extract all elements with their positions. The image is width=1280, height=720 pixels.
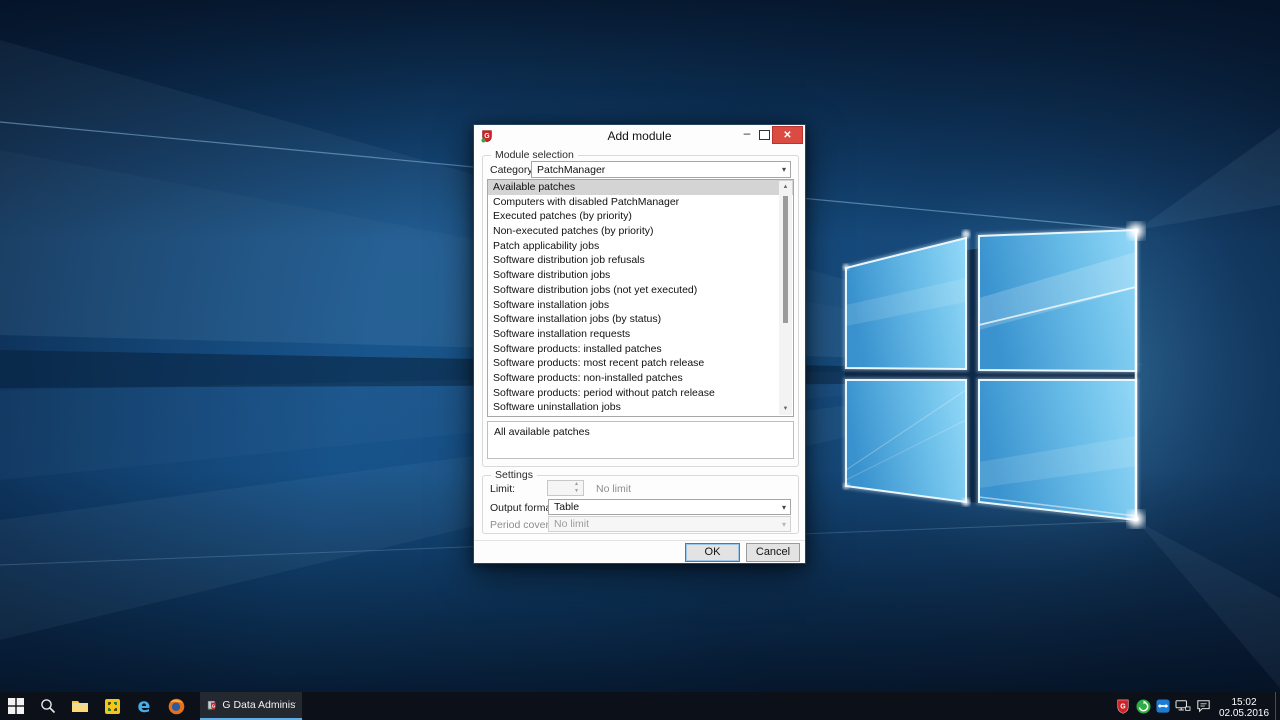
spin-up-icon[interactable]: ▲ (571, 481, 582, 488)
category-combobox[interactable]: PatchManager ▾ (531, 161, 791, 178)
list-item[interactable]: Software distribution jobs (488, 268, 793, 283)
clock-time: 15:02 (1213, 697, 1275, 708)
scroll-up-icon[interactable]: ▲ (779, 181, 792, 193)
list-scrollbar[interactable]: ▲ ▼ (779, 181, 792, 415)
search-button[interactable] (32, 692, 64, 720)
tray-network-pc-icon[interactable] (1173, 692, 1193, 720)
limit-spinner[interactable]: ▲ ▼ (547, 480, 584, 496)
dialog-title: Add module (474, 129, 805, 143)
module-description: All available patches (494, 426, 590, 438)
list-item[interactable]: Software uninstallation jobs (488, 400, 793, 415)
firefox-icon (168, 698, 185, 715)
limit-hint-text: No limit (596, 483, 631, 495)
taskbar-clock[interactable]: 15:02 02.05.2016 (1213, 694, 1275, 719)
list-item[interactable]: Software products: installed patches (488, 342, 793, 357)
deploy-arrows-button[interactable] (96, 692, 128, 720)
minimize-button[interactable]: – (740, 127, 754, 142)
minimize-icon: – (744, 126, 751, 140)
scroll-down-icon[interactable]: ▼ (779, 403, 792, 415)
edge-button[interactable]: e (128, 692, 160, 720)
desktop: G Add module – ✕ Module selection Catego… (0, 0, 1280, 720)
output-format-combobox[interactable]: Table ▾ (548, 499, 791, 515)
dialog-titlebar[interactable]: G Add module – ✕ (474, 125, 805, 147)
spinner-arrows[interactable]: ▲ ▼ (571, 481, 582, 495)
system-tray: G (1113, 692, 1280, 720)
tray-gdata-shield-icon[interactable]: G (1113, 692, 1133, 720)
module-listbox[interactable]: Available patchesComputers with disabled… (487, 179, 794, 417)
ok-button[interactable]: OK (685, 543, 740, 562)
list-item[interactable]: Non-executed patches (by priority) (488, 224, 793, 239)
list-item[interactable]: Software distribution jobs (not yet exec… (488, 283, 793, 298)
list-item[interactable]: Software installation jobs (488, 298, 793, 313)
edge-icon: e (138, 697, 151, 716)
list-item[interactable]: Software products: non-installed patches (488, 371, 793, 386)
chevron-down-icon: ▾ (782, 162, 786, 177)
settings-legend: Settings (491, 469, 537, 481)
list-item[interactable]: Software installation jobs (by status) (488, 312, 793, 327)
list-item[interactable]: Software products: most recent patch rel… (488, 356, 793, 371)
module-selection-legend: Module selection (491, 149, 578, 161)
close-icon: ✕ (783, 130, 791, 141)
list-item[interactable]: Software distribution job refusals (488, 253, 793, 268)
period-covered-combobox: No limit ▾ (548, 516, 791, 532)
module-description-box: All available patches (487, 421, 794, 459)
svg-text:G: G (1120, 703, 1126, 710)
list-item[interactable]: Patch applicability jobs (488, 239, 793, 254)
limit-label: Limit: (490, 483, 515, 495)
list-item[interactable]: Available patches (488, 180, 793, 195)
list-item[interactable]: Executed patches (by priority) (488, 209, 793, 224)
add-module-dialog: G Add module – ✕ Module selection Catego… (473, 124, 806, 564)
taskbar-app-label: G Data Administrat... (222, 699, 296, 711)
file-explorer-button[interactable] (64, 692, 96, 720)
spin-down-icon[interactable]: ▼ (571, 488, 582, 495)
taskbar: e G G Data Administrat... G (0, 692, 1280, 720)
tray-teamviewer-icon[interactable] (1153, 692, 1173, 720)
show-desktop-button[interactable] (1275, 692, 1280, 720)
deploy-arrows-icon (104, 698, 121, 715)
module-list: Available patchesComputers with disabled… (488, 180, 793, 415)
svg-text:G: G (212, 703, 216, 708)
scrollbar-thumb[interactable] (783, 196, 788, 323)
category-label: Category: (490, 164, 536, 176)
search-icon (40, 698, 56, 714)
clock-date: 02.05.2016 (1213, 708, 1275, 719)
list-item[interactable]: Software products: period without patch … (488, 386, 793, 401)
cancel-button[interactable]: Cancel (746, 543, 800, 562)
taskbar-app-gdata-administrator[interactable]: G G Data Administrat... (200, 692, 302, 720)
period-covered-value: No limit (554, 518, 589, 530)
tray-action-center-icon[interactable] (1193, 692, 1213, 720)
chevron-down-icon: ▾ (782, 500, 786, 515)
folder-icon (71, 698, 89, 714)
category-value: PatchManager (537, 164, 605, 176)
windows-logo-icon (8, 698, 24, 714)
tray-update-icon[interactable] (1133, 692, 1153, 720)
start-button[interactable] (0, 692, 32, 720)
output-format-value: Table (554, 501, 579, 513)
firefox-button[interactable] (160, 692, 192, 720)
chevron-down-icon: ▾ (782, 517, 786, 532)
close-button[interactable]: ✕ (772, 126, 803, 144)
maximize-button[interactable] (759, 130, 770, 140)
list-item[interactable]: Computers with disabled PatchManager (488, 195, 793, 210)
dialog-footer: OK Cancel (474, 540, 805, 563)
gdata-app-icon: G (206, 698, 217, 713)
list-item[interactable]: Software installation requests (488, 327, 793, 342)
